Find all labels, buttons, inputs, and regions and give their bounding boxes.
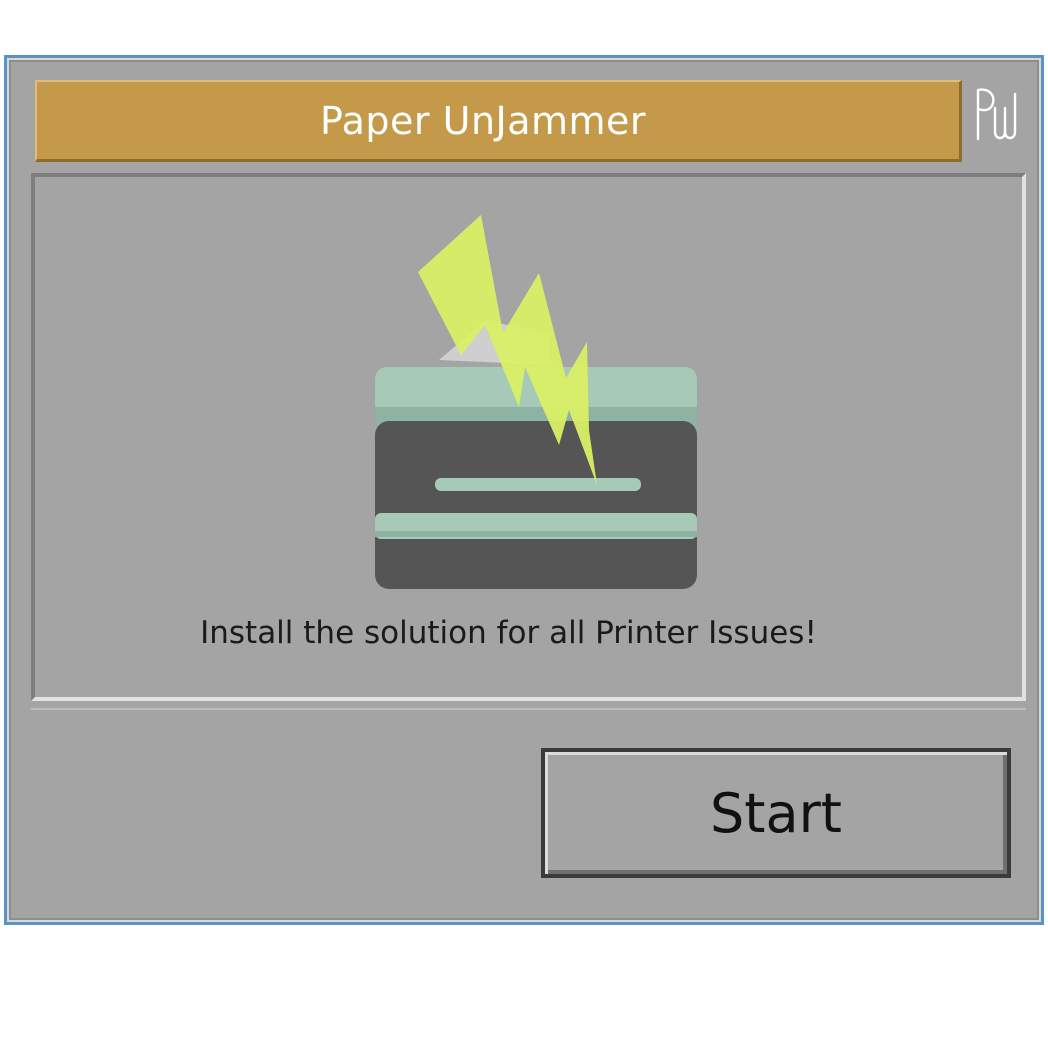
puj-logo-icon (976, 88, 1017, 141)
app-window: Paper UnJammer Install the solution for … (4, 55, 1044, 925)
start-button-label: Start (710, 781, 842, 845)
title-bar: Paper UnJammer (35, 80, 962, 162)
start-button[interactable]: Start (541, 748, 1011, 878)
jammed-printer-lightning-icon (375, 215, 697, 589)
content-panel: Install the solution for all Printer Iss… (31, 173, 1026, 701)
tagline-text: Install the solution for all Printer Iss… (200, 615, 817, 651)
window-title: Paper UnJammer (319, 98, 647, 143)
